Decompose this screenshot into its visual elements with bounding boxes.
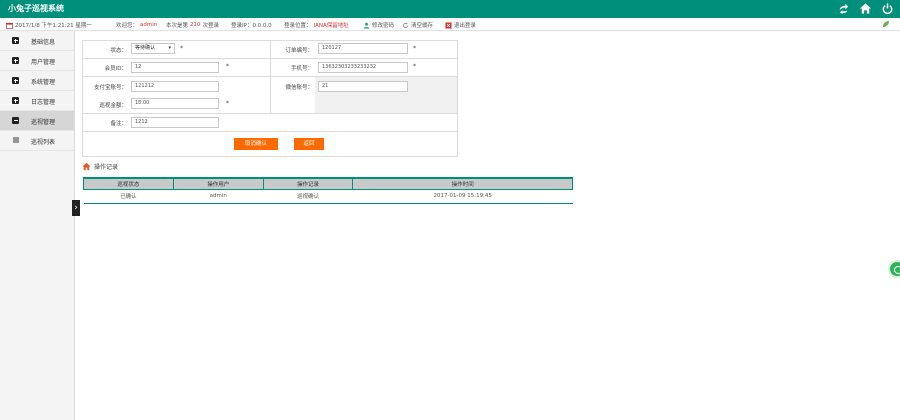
column-header: 操作用户 (172, 177, 264, 190)
floating-service-button[interactable] (888, 260, 900, 278)
status-select[interactable]: 等待确认 ▾ (131, 43, 175, 54)
list-icon (13, 137, 19, 143)
sidebar-item-users[interactable]: 用户管理 (0, 51, 74, 71)
required-mark: * (413, 63, 416, 70)
cell-time: 2017-01-09 15:19:45 (352, 189, 573, 204)
logout-link[interactable]: 退出登录 (445, 21, 476, 29)
cell-status: 已确认 (83, 189, 174, 204)
required-mark: * (413, 45, 416, 52)
sidebar-item-basic-info[interactable]: 基础信息 (0, 31, 74, 51)
logout-icon (445, 21, 452, 29)
info-bar: 2017/1/8 下午1:21:21 星期一 欢迎您： admin 本次是第 210… (0, 18, 900, 31)
back-button[interactable]: 返回 (294, 138, 324, 150)
sidebar-item-patrol-list[interactable]: 巡视列表 (0, 131, 74, 151)
order-no-field[interactable]: 120127 (318, 43, 408, 54)
amount-field[interactable]: 18.00 (131, 98, 219, 109)
plus-box-icon (12, 97, 19, 104)
column-header: 巡视状态 (83, 177, 174, 190)
cell-user: admin (173, 189, 264, 204)
required-mark: * (226, 100, 229, 107)
minus-box-icon (12, 117, 19, 124)
wechat-field[interactable]: 21 (318, 81, 408, 92)
phone-label: 手机号： (290, 66, 313, 72)
app-title: 小兔子巡视系统 (8, 4, 64, 13)
calendar-icon (6, 22, 13, 29)
sidebar-item-patrol[interactable]: 巡视管理 (0, 111, 74, 131)
home-icon (82, 162, 91, 171)
order-no-label: 订单编号： (285, 48, 313, 54)
sidebar-toggle-button[interactable]: › (72, 200, 80, 216)
account-field[interactable]: 121212 (131, 81, 219, 92)
plus-box-icon (12, 37, 19, 44)
member-id-field[interactable]: 12 (131, 62, 219, 73)
phone-field[interactable]: 13632303233233232 (318, 62, 408, 73)
member-id-label: 会员ID： (104, 66, 127, 72)
remark-label: 备注： (110, 121, 127, 127)
cancel-confirm-button[interactable]: 取消确认 (234, 138, 278, 150)
column-header: 操作时间 (352, 177, 573, 190)
cell-action: 巡视确认 (263, 189, 353, 204)
home-icon[interactable] (859, 2, 872, 15)
power-icon[interactable] (881, 2, 894, 15)
welcome-text: 欢迎您： admin (116, 22, 158, 29)
top-bar: 小兔子巡视系统 (0, 0, 900, 18)
log-table-header: 巡视状态 操作用户 操作记录 操作时间 (83, 177, 573, 190)
required-mark: * (226, 63, 229, 70)
log-section-title: 操作记录 (82, 162, 118, 171)
chevron-down-icon: ▾ (168, 45, 171, 51)
table-row: 已确认 admin 巡视确认 2017-01-09 15:19:45 (83, 189, 573, 204)
account-label: 支付宝账号： (93, 85, 127, 91)
status-label: 状态： (110, 48, 127, 54)
plus-box-icon (12, 57, 19, 64)
remark-field[interactable]: 1212 (131, 117, 219, 128)
user-icon (363, 22, 370, 29)
patrol-detail-form: 状态： 等待确认 ▾ * 订单编号： 120127 * 会员ID： 12 * 手机… (82, 40, 458, 157)
sidebar: 基础信息 用户管理 系统管理 日志管理 巡视管理 巡视列表 (0, 31, 75, 420)
refresh-icon (402, 22, 409, 28)
login-ip: 登录IP：0.0.0.0 (231, 23, 272, 29)
datetime: 2017/1/8 下午1:21:21 星期一 (6, 21, 92, 29)
sidebar-item-system[interactable]: 系统管理 (0, 71, 74, 91)
amount-label: 巡视金额： (99, 103, 127, 109)
required-mark: * (180, 45, 183, 52)
clear-cache-link[interactable]: 清空缓存 (402, 21, 433, 29)
sidebar-item-logs[interactable]: 日志管理 (0, 91, 74, 111)
login-count: 本次是第 210 次登录 (166, 22, 220, 29)
wechat-label: 微信账号： (285, 85, 313, 91)
log-table: 巡视状态 操作用户 操作记录 操作时间 已确认 admin 巡视确认 2017-… (83, 177, 573, 204)
column-header: 操作记录 (262, 177, 354, 190)
leaf-icon (883, 21, 889, 27)
top-icons (837, 2, 894, 15)
plus-box-icon (12, 77, 19, 84)
login-location: 登录位置： IANA保留地址 (284, 23, 349, 29)
share-icon[interactable] (837, 2, 850, 15)
change-password-link[interactable]: 修改密码 (363, 21, 394, 29)
welcome-user: admin (140, 22, 158, 28)
